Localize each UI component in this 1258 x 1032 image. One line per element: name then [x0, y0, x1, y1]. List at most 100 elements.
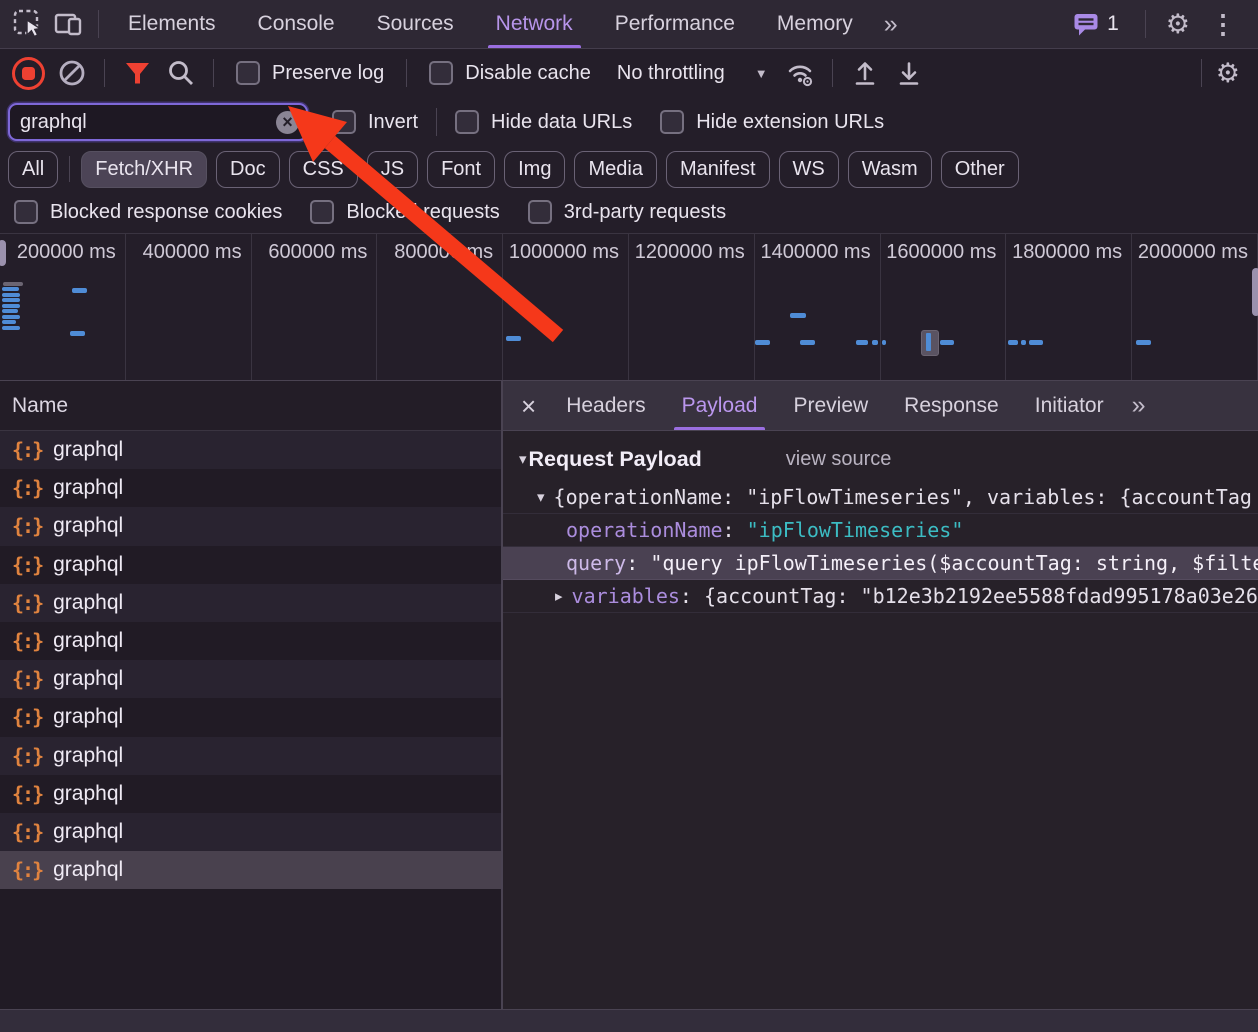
- 3rd-party-requests-checkbox[interactable]: 3rd-party requests: [527, 200, 726, 224]
- timeline-left-handle[interactable]: [0, 240, 6, 266]
- request-row[interactable]: {:} graphql: [0, 469, 501, 508]
- toolbar-divider-4: [831, 59, 833, 87]
- request-name: graphql: [53, 781, 124, 805]
- blocked-response-cookies-checkbox[interactable]: Blocked response cookies: [14, 200, 282, 224]
- preserve-log-checkbox[interactable]: Preserve log: [236, 61, 384, 85]
- filter-pill-css[interactable]: CSS: [288, 150, 358, 188]
- blocked-requests-checkbox[interactable]: Blocked requests: [310, 200, 500, 224]
- filter-pill-wasm[interactable]: Wasm: [847, 150, 932, 188]
- collapse-section-icon[interactable]: ▾: [519, 450, 527, 468]
- request-row[interactable]: {:} graphql: [0, 507, 501, 546]
- request-row[interactable]: {:} graphql: [0, 812, 501, 852]
- request-row[interactable]: {:} graphql: [0, 698, 501, 737]
- blocked-requests-box[interactable]: [310, 200, 335, 224]
- detail-tab-payload[interactable]: Payload: [673, 382, 766, 430]
- view-source-link[interactable]: view source: [786, 448, 892, 471]
- preserve-log-label: Preserve log: [272, 61, 385, 84]
- hide-data-urls-box[interactable]: [455, 110, 480, 134]
- json-braces-icon: {:}: [12, 438, 44, 463]
- detail-tab-initiator[interactable]: Initiator: [1035, 382, 1104, 430]
- tab-console[interactable]: Console: [258, 1, 335, 48]
- payload-preview-row[interactable]: ▾ {operationName: "ipFlowTimeseries", var…: [503, 481, 1258, 514]
- preserve-log-box[interactable]: [236, 61, 260, 85]
- invert-checkbox[interactable]: Invert: [332, 110, 418, 134]
- device-toolbar-icon[interactable]: [48, 4, 88, 44]
- close-details-icon[interactable]: ×: [521, 393, 536, 419]
- filter-pill-js[interactable]: JS: [366, 150, 419, 188]
- clear-network-log-icon[interactable]: [50, 53, 94, 93]
- invert-box[interactable]: [332, 110, 356, 134]
- waterfall-bar: [2, 298, 20, 302]
- tab-memory[interactable]: Memory: [777, 1, 853, 48]
- name-column-header[interactable]: Name: [0, 381, 501, 431]
- waterfall-bar: [940, 340, 954, 345]
- issues-counter[interactable]: 1: [1073, 11, 1119, 37]
- waterfall-bar: [2, 293, 20, 297]
- clear-filter-icon[interactable]: ×: [276, 110, 299, 134]
- expand-variables-icon[interactable]: ▸: [555, 587, 563, 605]
- export-har-icon[interactable]: [887, 53, 931, 93]
- detail-more-tabs-icon[interactable]: »: [1132, 391, 1146, 420]
- detail-tab-response[interactable]: Response: [904, 382, 999, 430]
- more-options-icon[interactable]: ⋮: [1210, 9, 1236, 40]
- record-network-log-icon[interactable]: [6, 53, 50, 93]
- tab-sources[interactable]: Sources: [377, 1, 454, 48]
- filter-pill-fetch-xhr[interactable]: Fetch/XHR: [81, 150, 208, 188]
- filter-pill-ws[interactable]: WS: [778, 150, 839, 188]
- payload-variables-row[interactable]: ▸ variables: {accountTag: "b12e3b2192ee55…: [503, 580, 1258, 613]
- import-har-icon[interactable]: [843, 53, 887, 93]
- waterfall-bar: [800, 340, 815, 345]
- tab-performance[interactable]: Performance: [615, 1, 735, 48]
- payload-view: ▾ Request Payload view source ▾ {operatio…: [503, 431, 1258, 1032]
- filter-pill-other[interactable]: Other: [940, 150, 1019, 188]
- payload-operation-row[interactable]: operationName: "ipFlowTimeseries": [503, 514, 1258, 547]
- request-row[interactable]: {:} graphql: [0, 545, 501, 584]
- filter-pill-media[interactable]: Media: [574, 150, 657, 188]
- hide-extension-urls-box[interactable]: [660, 110, 685, 134]
- collapse-object-icon[interactable]: ▾: [537, 488, 545, 506]
- filter-pill-img[interactable]: Img: [504, 150, 566, 188]
- network-conditions-icon[interactable]: [778, 53, 822, 93]
- network-overview-timeline[interactable]: 200000 ms 400000 ms 600000 ms 800000 ms 1000…: [0, 233, 1258, 382]
- request-row[interactable]: {:} graphql: [0, 736, 501, 775]
- filter-input[interactable]: [10, 110, 276, 134]
- request-row[interactable]: {:} graphql: [0, 660, 501, 699]
- filter-pill-manifest[interactable]: Manifest: [665, 150, 770, 188]
- detail-tab-headers[interactable]: Headers: [566, 382, 645, 430]
- json-braces-icon: {:}: [12, 781, 44, 806]
- request-row[interactable]: {:} graphql: [0, 431, 501, 470]
- hide-extension-urls-checkbox[interactable]: Hide extension URLs: [660, 110, 884, 134]
- 3rd-party-requests-box[interactable]: [527, 200, 552, 224]
- throttling-select[interactable]: No throttling ▼: [617, 62, 768, 85]
- filter-pill-font[interactable]: Font: [427, 150, 496, 188]
- toolbar-divider-5: [1200, 59, 1202, 87]
- inspect-element-icon[interactable]: [8, 4, 48, 44]
- request-row[interactable]: {:} graphql: [0, 774, 501, 813]
- filter-pill-doc[interactable]: Doc: [216, 150, 280, 188]
- disable-cache-checkbox[interactable]: Disable cache: [429, 61, 591, 85]
- request-row[interactable]: {:} graphql: [0, 851, 501, 890]
- json-braces-icon: {:}: [12, 705, 44, 730]
- filter-funnel-icon[interactable]: [115, 53, 159, 93]
- search-icon[interactable]: [159, 53, 203, 93]
- tab-network[interactable]: Network: [487, 1, 581, 48]
- network-settings-gear-icon[interactable]: ⚙: [1216, 59, 1240, 87]
- timeline-right-handle[interactable]: [1252, 268, 1258, 316]
- variables-preview-prefix: {accountTag:: [704, 584, 861, 608]
- detail-tab-preview[interactable]: Preview: [793, 382, 868, 430]
- blocked-response-cookies-box[interactable]: [14, 200, 38, 224]
- tab-elements[interactable]: Elements: [128, 1, 216, 48]
- json-braces-icon: {:}: [12, 629, 44, 654]
- payload-query-row[interactable]: query: "query ipFlowTimeseries($accountT…: [503, 547, 1258, 580]
- filter-pill-all[interactable]: All: [8, 150, 59, 188]
- more-tabs-icon[interactable]: »: [884, 10, 898, 39]
- variables-preview-value: "b12e3b2192ee5588fdad995178a03e26: [860, 584, 1258, 608]
- settings-gear-icon[interactable]: ⚙: [1166, 10, 1190, 38]
- request-row[interactable]: {:} graphql: [0, 621, 501, 661]
- disable-cache-box[interactable]: [429, 61, 454, 85]
- json-braces-icon: {:}: [12, 858, 44, 883]
- filter-input-wrap: ×: [8, 103, 308, 141]
- request-row[interactable]: {:} graphql: [0, 583, 501, 622]
- waterfall-bar: [72, 288, 87, 293]
- hide-data-urls-checkbox[interactable]: Hide data URLs: [455, 110, 632, 134]
